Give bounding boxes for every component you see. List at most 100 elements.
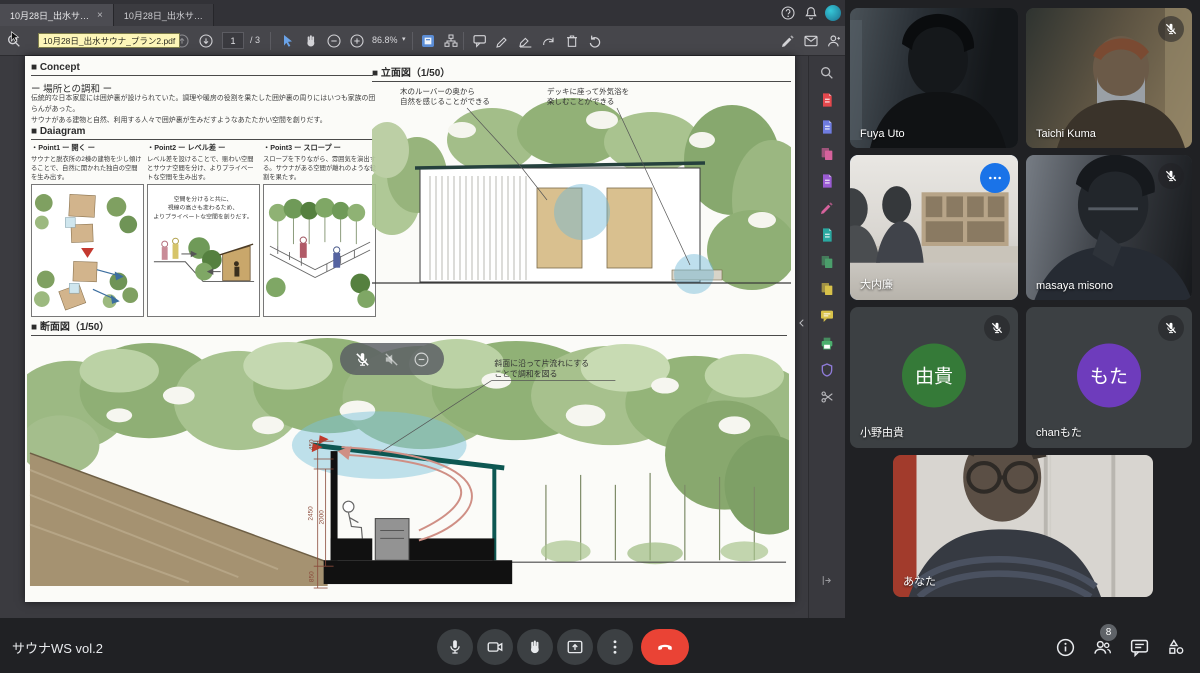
raise-hand-button[interactable] bbox=[517, 629, 553, 665]
fill-and-sign-icon[interactable] bbox=[818, 199, 836, 217]
highlight-tool-icon[interactable] bbox=[493, 31, 513, 51]
camera-button[interactable] bbox=[477, 629, 513, 665]
tile-more-options-button[interactable] bbox=[980, 163, 1010, 193]
mic-off-icon[interactable] bbox=[354, 351, 371, 368]
activities-icon[interactable] bbox=[1164, 635, 1188, 659]
point2-body: レベル差を設けることで、賑わい空間とサウナ空間を分け、よりプライベートな空間を生… bbox=[147, 155, 259, 182]
convert-pdf-icon[interactable] bbox=[818, 226, 836, 244]
point2-note-line1: 空間を分けると共に、 bbox=[174, 195, 233, 203]
participant-video bbox=[850, 8, 1018, 148]
end-call-button[interactable] bbox=[641, 629, 689, 665]
participant-name: 小野由貴 bbox=[860, 424, 904, 440]
create-pdf-icon[interactable] bbox=[818, 118, 836, 136]
pdf-page[interactable]: ■ Concept ー 場所との調和 ー 伝統的な日本家屋には囲炉裏が設けられて… bbox=[25, 56, 795, 602]
shared-screen: 10月28日_出水サ… × 10月28日_出水サ… 10月28日_出水サウナ_プ… bbox=[0, 0, 845, 618]
participant-avatar: もた bbox=[1077, 343, 1141, 407]
pdf-tab-1[interactable]: 10月28日_出水サ… × bbox=[0, 4, 114, 26]
help-icon[interactable] bbox=[778, 3, 798, 23]
present-button[interactable] bbox=[557, 629, 593, 665]
zoom-out-icon[interactable] bbox=[324, 31, 344, 51]
more-options-button[interactable] bbox=[597, 629, 633, 665]
protect-icon[interactable] bbox=[818, 361, 836, 379]
participant-name: chanもた bbox=[1036, 424, 1082, 440]
organize-pages-icon[interactable] bbox=[818, 145, 836, 163]
concept-body-1: 伝統的な日本家屋には囲炉裏が設けられていた。調理や暖房の役割を果たした囲炉裏の周… bbox=[31, 95, 375, 113]
next-page-icon[interactable] bbox=[196, 31, 216, 51]
point3-title: ・Point3 ー スロープ ー bbox=[263, 143, 377, 153]
participant-tile-ono[interactable]: 由貴 小野由貴 bbox=[850, 307, 1018, 448]
concept-body-2: サウナがある建物と自然、利用する人々で囲炉裏が生みだすようなあたたかい空間を創り… bbox=[31, 117, 327, 124]
pdf-tab-bar: 10月28日_出水サ… × 10月28日_出水サ… bbox=[0, 0, 845, 26]
point1-body: サウナと脱衣所の2棟の建物を少し傾けることで、自然に開かれた独自の空間を生み出す… bbox=[31, 155, 143, 182]
participant-tile-chan[interactable]: もた chanもた bbox=[1026, 307, 1192, 448]
dim-450: 450 bbox=[309, 439, 316, 450]
page-number-input[interactable]: 1 bbox=[222, 32, 244, 49]
section-drawing: 450 2450 2000 850 斜面に沿って片流れにする ことで調和を図る bbox=[27, 336, 789, 596]
screenshare-overlay-controls bbox=[340, 343, 444, 375]
fill-sign-icon[interactable] bbox=[778, 31, 798, 51]
people-count-badge: 8 bbox=[1100, 624, 1117, 641]
more-tools-icon[interactable] bbox=[818, 388, 836, 406]
export-pdf-icon[interactable] bbox=[818, 91, 836, 109]
comment-panel-icon[interactable] bbox=[818, 307, 836, 325]
expand-pane-icon[interactable] bbox=[820, 574, 833, 592]
zoom-in-icon[interactable] bbox=[347, 31, 367, 51]
participant-avatar: 由貴 bbox=[902, 343, 966, 407]
email-icon[interactable] bbox=[801, 31, 821, 51]
elevation-note2-line1: デッキに座って外気浴を bbox=[547, 86, 629, 96]
tools-sidebar bbox=[808, 56, 845, 618]
participant-tile-fuya[interactable]: Fuya Uto bbox=[850, 8, 1018, 148]
copy-pages-icon[interactable] bbox=[818, 280, 836, 298]
point3-body: スロープを下りながら、雰囲気を演出する。サウナがある空間が離れのような役割を果た… bbox=[263, 155, 377, 182]
concept-heading: ■ Concept bbox=[31, 62, 373, 76]
mic-muted-badge bbox=[1158, 315, 1184, 341]
dim-850: 850 bbox=[309, 571, 316, 582]
audio-off-icon[interactable] bbox=[383, 351, 400, 368]
meeting-details-icon[interactable] bbox=[1053, 635, 1077, 659]
undo-icon[interactable] bbox=[585, 31, 605, 51]
participant-tile-masaya[interactable]: masaya misono bbox=[1026, 155, 1192, 300]
hand-tool-icon[interactable] bbox=[301, 31, 321, 51]
account-icon[interactable] bbox=[824, 31, 844, 51]
point2-note-line2: 視線の高さも変わるため、 bbox=[168, 204, 239, 212]
participant-name: 大内廉 bbox=[860, 276, 893, 292]
pdf-tab-2-label: 10月28日_出水サ… bbox=[124, 9, 203, 22]
print-icon[interactable] bbox=[818, 334, 836, 352]
section-heading: ■ 断面図（1/50） bbox=[31, 318, 787, 336]
comment-tool-icon[interactable] bbox=[470, 31, 490, 51]
participant-name: あなた bbox=[903, 573, 936, 589]
combine-files-icon[interactable] bbox=[818, 253, 836, 271]
page-display-icon[interactable] bbox=[418, 31, 438, 51]
pdf-toolbar: 10月28日_出水サウナ_プラン2.pdf 1 / 3 86.8% ▾ bbox=[0, 26, 845, 56]
close-tab-icon[interactable]: × bbox=[97, 10, 103, 21]
pdf-canvas: ■ Concept ー 場所との調和 ー 伝統的な日本家屋には囲炉裏が設けられて… bbox=[0, 56, 845, 618]
organize-icon[interactable] bbox=[441, 31, 461, 51]
edit-pdf-icon[interactable] bbox=[818, 172, 836, 190]
participant-tile-taichi[interactable]: Taichi Kuma bbox=[1026, 8, 1192, 148]
point1-diagram bbox=[31, 184, 144, 317]
participant-tile-you[interactable]: あなた bbox=[893, 455, 1153, 597]
bell-icon[interactable] bbox=[801, 3, 821, 23]
pdf-tab-2[interactable]: 10月28日_出水サ… bbox=[114, 4, 214, 26]
participant-name: Fuya Uto bbox=[860, 128, 905, 140]
minimize-icon[interactable] bbox=[413, 351, 430, 368]
mic-button[interactable] bbox=[437, 629, 473, 665]
chat-icon[interactable] bbox=[1127, 635, 1151, 659]
page-total-label: / 3 bbox=[250, 35, 260, 45]
send-tool-icon[interactable] bbox=[539, 31, 559, 51]
account-avatar[interactable] bbox=[825, 5, 841, 21]
section-note-line1: 斜面に沿って片流れにする bbox=[494, 358, 589, 368]
elevation-drawing: 木のルーバーの奥から 自然を感じることができる デッキに座って外気浴を 楽しむこ… bbox=[372, 80, 791, 312]
delete-tool-icon[interactable] bbox=[562, 31, 582, 51]
participant-name: masaya misono bbox=[1036, 280, 1113, 292]
select-tool-icon[interactable] bbox=[278, 31, 298, 51]
sign-tool-icon[interactable] bbox=[516, 31, 536, 51]
zoom-level[interactable]: 86.8% bbox=[372, 35, 398, 45]
zoom-caret-icon[interactable]: ▾ bbox=[402, 35, 406, 43]
collapse-panel-icon[interactable] bbox=[797, 318, 807, 330]
mic-muted-badge bbox=[1158, 163, 1184, 189]
point2-diagram: 空間を分けると共に、 視線の高さも変わるため、 よりプライベートな空間を創りだす… bbox=[147, 184, 260, 317]
search-comments-icon[interactable] bbox=[818, 64, 836, 82]
participant-tile-ouchi[interactable]: 大内廉 bbox=[850, 155, 1018, 300]
dim-2450: 2450 bbox=[308, 506, 315, 521]
